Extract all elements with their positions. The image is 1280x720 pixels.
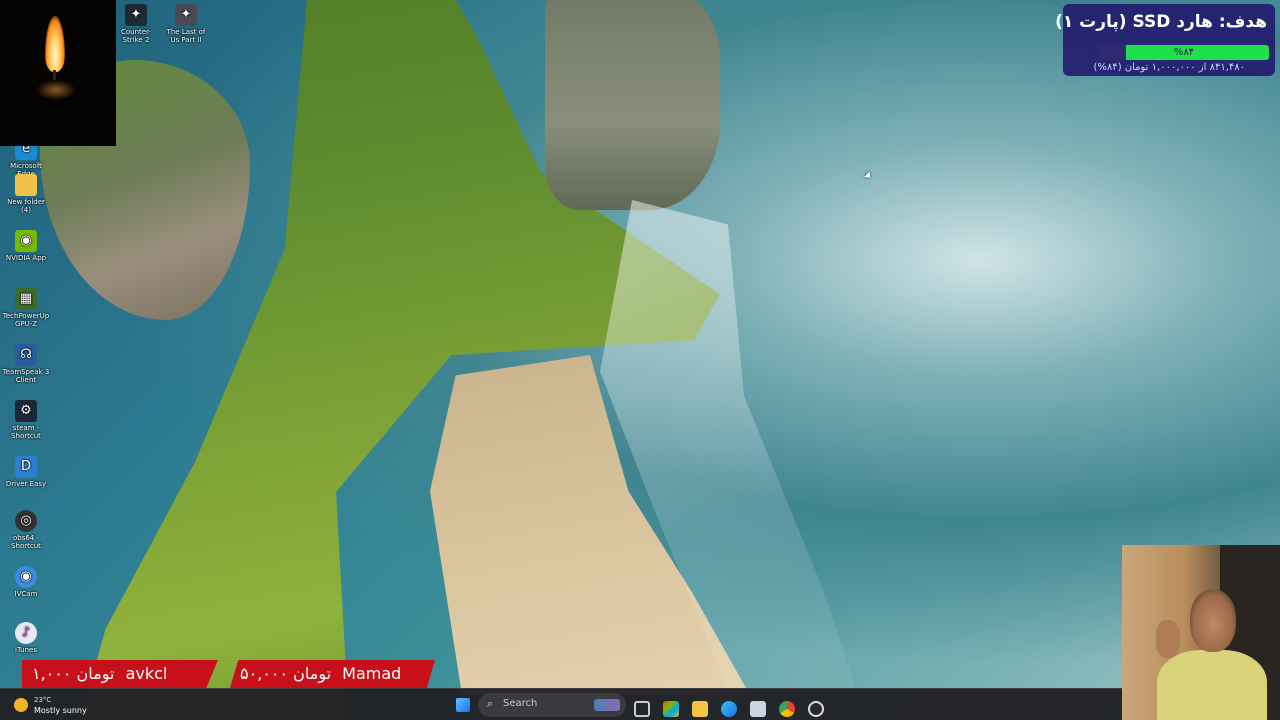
taskbar: 23°C Mostly sunny ⌕ Search (0, 688, 1122, 720)
search-placeholder: Search (503, 698, 538, 709)
start-button[interactable] (451, 693, 475, 717)
donation-name: avkcl (125, 664, 168, 683)
desktop-icon-label: obs64 - Shortcut (11, 534, 41, 550)
obs-icon (808, 701, 824, 717)
desktop-icon-game-2[interactable]: ✦ The Last of Us Part II (162, 4, 210, 44)
edge-icon (721, 701, 737, 717)
steam-button[interactable] (746, 693, 770, 717)
desktop-icon-driver-easy[interactable]: D Driver Easy (2, 456, 50, 488)
desktop-icon-gpuz[interactable]: ▦ TechPowerUp GPU-Z (2, 288, 50, 328)
file-explorer-button[interactable] (688, 693, 712, 717)
goal-percent: %۸۴ (1173, 47, 1195, 58)
desktop-icon-itunes[interactable]: ♪ iTunes (2, 622, 50, 654)
edge-button[interactable] (717, 693, 741, 717)
goal-progress-bar: %۸۴ (1099, 45, 1269, 60)
weather-condition: Mostly sunny (34, 706, 87, 715)
folder-icon (15, 174, 37, 196)
desktop-icon-teamspeak[interactable]: ☊ TeamSpeak 3 Client (2, 344, 50, 384)
webcam-overlay (1122, 545, 1280, 720)
search-highlight-icon (594, 699, 620, 711)
goal-title: هدف: هارد SSD (پارت ۱) (1055, 12, 1267, 32)
desktop-icon-label: TechPowerUp GPU-Z (2, 312, 50, 328)
driver-easy-icon: D (15, 456, 37, 478)
desktop-icon-label: iTunes (15, 646, 37, 654)
chrome-button[interactable] (775, 693, 799, 717)
donation-ticker: ۱,۰۰۰ تومان avkcl ۵۰,۰۰۰ تومان Mamad (0, 660, 440, 688)
desktop-wallpaper (0, 0, 1280, 720)
candle-wick (53, 70, 56, 80)
nvidia-icon: ◉ (15, 230, 37, 252)
candle-flame-icon (45, 16, 65, 72)
desktop-icon-label: steam - Shortcut (11, 424, 41, 440)
desktop-icon-label: Driver Easy (5, 480, 47, 488)
store-icon (663, 701, 679, 717)
steam-icon (750, 701, 766, 717)
desktop-icon-folder[interactable]: New folder (4) (2, 174, 50, 214)
desktop-icon-label: TeamSpeak 3 Client (2, 368, 50, 384)
desktop-icon-obs[interactable]: ◎ obs64 - Shortcut (2, 510, 50, 550)
candle-glow (36, 80, 76, 100)
file-explorer-icon (692, 701, 708, 717)
teamspeak-icon: ☊ (15, 344, 37, 366)
donation-amount: ۱,۰۰۰ تومان (32, 664, 115, 683)
webcam-person-head (1190, 590, 1236, 652)
webcam-person-hand (1156, 620, 1180, 658)
goal-amount: ۸۴۱,۴۸۰ از ۱,۰۰۰,۰۰۰ تومان (۸۴%) (1093, 62, 1245, 73)
store-button[interactable] (659, 693, 683, 717)
donation-goal-widget: هدف: هارد SSD (پارت ۱) %۸۴ ۸۴۱,۴۸۰ از ۱,… (1055, 4, 1275, 76)
taskbar-search[interactable]: ⌕ Search (478, 693, 626, 717)
weather-temp: 23°C (34, 696, 52, 704)
ivcam-icon: ◉ (15, 566, 37, 588)
game-icon: ✦ (175, 4, 197, 26)
donation-amount: ۵۰,۰۰۰ تومان (240, 664, 332, 683)
desktop-icon-game-1[interactable]: ✦ Counter-Strike 2 (112, 4, 160, 44)
task-view-icon (634, 701, 650, 717)
desktop-icon-label: New folder (4) (7, 198, 45, 214)
itunes-icon: ♪ (15, 622, 37, 644)
game-icon: ✦ (125, 4, 147, 26)
windows-logo-icon (456, 698, 470, 712)
wallpaper-rock (545, 0, 720, 210)
desktop-icon-label: Counter-Strike 2 (120, 28, 152, 44)
desktop-icon-steam[interactable]: ⚙ steam - Shortcut (2, 400, 50, 440)
desktop-icon-label: IVCam (14, 590, 38, 598)
desktop-icon-label: NVIDIA App (5, 254, 47, 262)
donation-item: ۱,۰۰۰ تومان avkcl (22, 660, 218, 688)
desktop-icon-label: The Last of Us Part II (166, 28, 206, 44)
chrome-icon (779, 701, 795, 717)
obs-button[interactable] (804, 693, 828, 717)
desktop-icon-nvidia[interactable]: ◉ NVIDIA App (2, 230, 50, 262)
candle-overlay (0, 0, 116, 146)
donation-item: ۵۰,۰۰۰ تومان Mamad (230, 660, 435, 688)
desktop-icon-ivcam[interactable]: ◉ IVCam (2, 566, 50, 598)
webcam-person-body (1157, 650, 1267, 720)
donation-name: Mamad (342, 664, 402, 683)
obs-icon: ◎ (15, 510, 37, 532)
steam-icon: ⚙ (15, 400, 37, 422)
gpuz-icon: ▦ (15, 288, 37, 310)
search-icon: ⌕ (487, 697, 494, 710)
sun-icon (14, 698, 28, 712)
task-view-button[interactable] (630, 693, 654, 717)
